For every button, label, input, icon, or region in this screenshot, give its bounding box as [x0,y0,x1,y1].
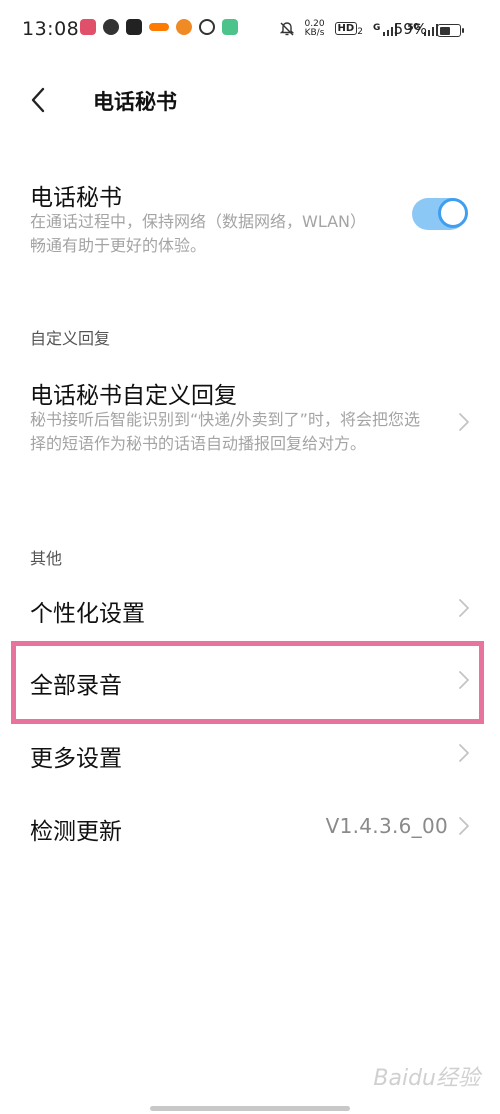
secretary-toggle[interactable] [412,198,468,230]
network-speed: 0.20 KB/s [305,20,325,38]
app-notification-icon [176,19,192,35]
check-update-label: 检测更新 [30,819,122,845]
custom-reply-row[interactable]: 电话秘书自定义回复 秘书接听后智能识别到“快递/外卖到了”时，将会把您选择的短语… [0,370,500,480]
more-settings-label: 更多设置 [30,746,122,772]
hd-voice-icon: HD 2 [334,21,363,38]
highlight-annotation [11,641,484,724]
app-header: 电话秘书 [0,72,500,128]
netease-music-icon [199,19,215,35]
chevron-right-icon [458,743,470,763]
back-button[interactable] [30,80,60,120]
back-arrow-icon [31,87,45,113]
mute-bell-icon [279,22,294,36]
personalization-label: 个性化设置 [30,601,145,627]
custom-reply-title: 电话秘书自定义回复 [30,383,237,409]
chevron-right-icon [458,598,470,618]
chevron-right-icon [458,412,470,432]
app-notification-icon [222,19,238,35]
app-notification-icon [149,23,169,31]
status-time: 13:08 [22,18,80,40]
chevron-right-icon [458,816,470,836]
version-value: V1.4.3.6_00 [325,814,448,838]
secretary-description: 在通话过程中，保持网络（数据网络，WLAN）畅通有助于更好的体验。 [30,212,359,255]
toggle-knob [438,198,468,228]
list-item-personalization[interactable]: 个性化设置 [0,578,500,638]
network-generation-sim1: G [372,22,381,33]
section-header-other: 其他 [30,549,63,568]
watermark: Baidu经验 [373,1066,480,1091]
qq-icon [103,19,119,35]
hd-label: HD [334,21,358,35]
battery-percent: 59% [393,20,427,38]
app-notification-icon [80,19,96,35]
hd-sub: 2 [357,27,363,38]
home-indicator[interactable] [150,1106,350,1111]
battery-level [439,26,450,35]
list-item-check-update[interactable]: 检测更新 V1.4.3.6_00 [0,796,500,856]
secretary-title: 电话秘书 [30,185,122,211]
section-header-custom-reply: 自定义回复 [30,329,111,348]
page-title: 电话秘书 [93,90,177,114]
custom-reply-description: 秘书接听后智能识别到“快递/外卖到了”时，将会把您选择的短语作为秘书的话语自动播… [30,410,420,453]
battery-icon [437,24,464,37]
status-bar: 13:08 0.20 KB/s HD 2 G 5G 59% [0,0,500,58]
network-speed-unit: KB/s [304,28,325,38]
list-item-more-settings[interactable]: 更多设置 [0,723,500,783]
notification-icons [80,19,238,35]
capcut-icon [126,19,142,35]
